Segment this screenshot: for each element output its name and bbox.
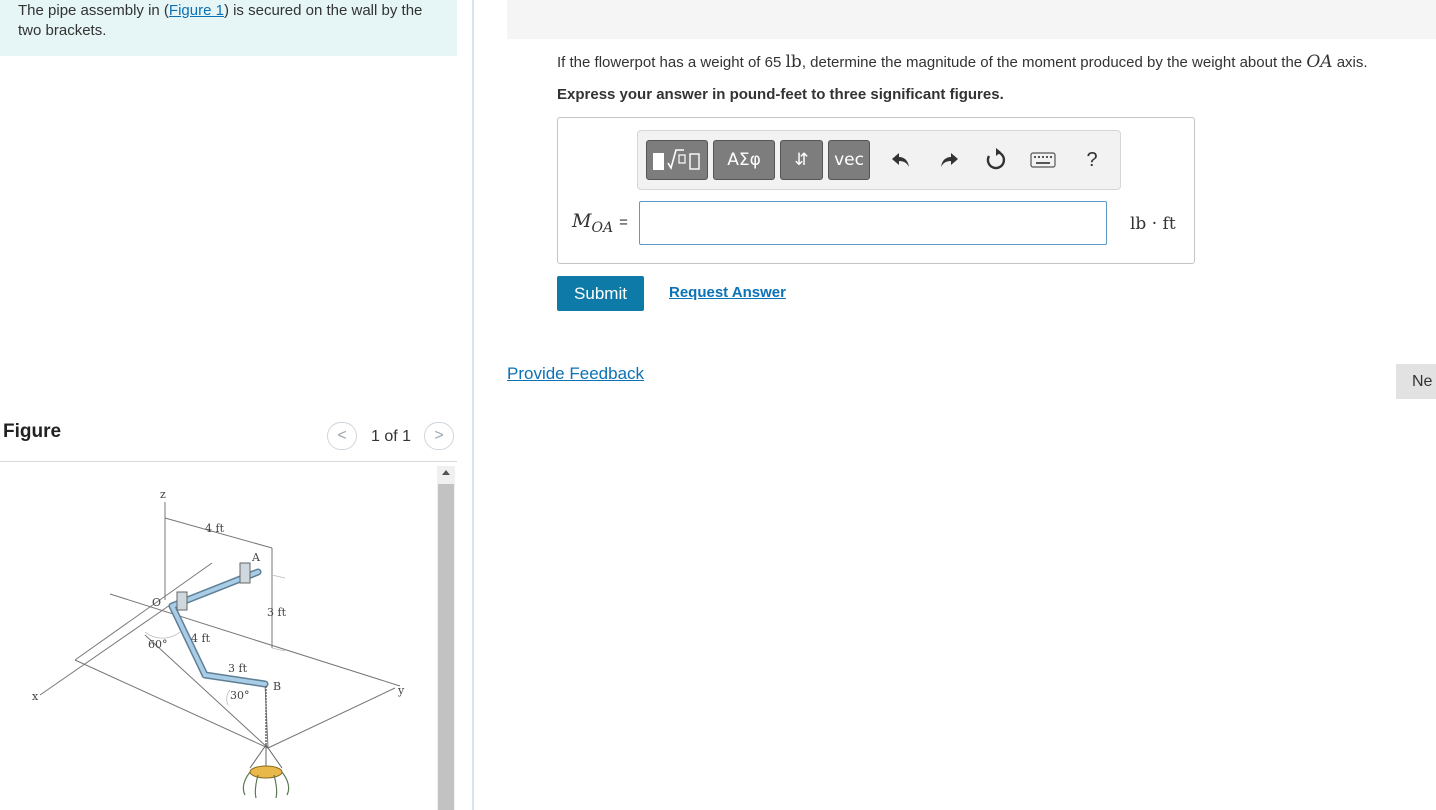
question-suffix: axis. xyxy=(1332,54,1368,71)
dimension-4ft-top: 4 ft xyxy=(205,522,225,535)
x-axis-label: x xyxy=(32,690,39,703)
angle-30-label: 30° xyxy=(230,689,250,702)
undo-icon[interactable] xyxy=(886,145,916,175)
point-b-label: B xyxy=(273,680,281,693)
y-axis-label: y xyxy=(397,684,405,697)
greek-symbols-button[interactable]: ΑΣφ xyxy=(713,140,775,180)
figure-scrollbar[interactable] xyxy=(437,466,455,810)
figure-prev-button[interactable]: < xyxy=(327,422,357,450)
answer-units: lb · ft xyxy=(1130,214,1176,234)
keyboard-icon[interactable] xyxy=(1028,145,1058,175)
request-answer-link[interactable]: Request Answer xyxy=(669,284,786,301)
figure-counter: 1 of 1 xyxy=(371,428,412,445)
pipe-assembly-figure: z x y O A B 4 ft 4 ft 3 ft 3 ft 60° 30° xyxy=(32,488,405,799)
question-middle: , determine the magnitude of the moment … xyxy=(801,54,1307,71)
arrows-button[interactable]: ⇵ xyxy=(780,140,823,180)
part-header xyxy=(507,0,1436,39)
answer-instruction: Express your answer in pound-feet to thr… xyxy=(557,86,1004,103)
point-o-label: O xyxy=(152,596,161,609)
equals-sign: = xyxy=(619,214,628,231)
submit-button[interactable]: Submit xyxy=(557,276,644,311)
chevron-right-icon: > xyxy=(434,427,444,444)
flowerpot xyxy=(242,744,290,799)
provide-feedback-link[interactable]: Provide Feedback xyxy=(507,364,644,384)
panel-divider xyxy=(472,0,474,810)
variable-main: M xyxy=(572,210,592,232)
weight-unit: lb xyxy=(785,52,802,72)
chevron-left-icon: < xyxy=(337,427,347,444)
templates-icon xyxy=(653,149,700,171)
figure-divider xyxy=(0,461,457,462)
figure-title: Figure xyxy=(3,421,62,442)
scrollbar-thumb[interactable] xyxy=(438,484,454,810)
question-text: If the flowerpot has a weight of 65 lb, … xyxy=(557,52,1436,72)
dimension-4ft-pipe: 4 ft xyxy=(191,632,211,645)
figure-link[interactable]: Figure 1 xyxy=(169,2,224,19)
intro-text: The pipe assembly in (Figure 1) is secur… xyxy=(18,1,448,41)
variable-subscript: OA xyxy=(591,219,614,236)
redo-icon[interactable] xyxy=(934,145,964,175)
question-prefix: If the flowerpot has a weight of 65 xyxy=(557,54,786,71)
point-a-label: A xyxy=(251,551,261,564)
templates-button[interactable] xyxy=(646,140,708,180)
figure-next-button[interactable]: > xyxy=(424,422,454,450)
scroll-up-icon[interactable] xyxy=(437,466,455,480)
reset-icon[interactable] xyxy=(981,145,1011,175)
answer-input[interactable] xyxy=(639,201,1107,245)
help-button[interactable]: ? xyxy=(1077,145,1107,175)
answer-variable-label: MOA = xyxy=(572,210,628,236)
problem-intro: The pipe assembly in (Figure 1) is secur… xyxy=(0,0,457,56)
figure-axes xyxy=(39,502,401,749)
z-axis-label: z xyxy=(160,488,166,501)
next-button[interactable]: Ne xyxy=(1396,364,1436,399)
math-toolbar: ΑΣφ ⇵ vec ? xyxy=(637,130,1121,190)
axis-label: OA xyxy=(1306,52,1333,72)
dimension-3ft-vertical: 3 ft xyxy=(267,606,287,619)
angle-60-label: 60° xyxy=(148,638,168,651)
dimension-3ft-pipe: 3 ft xyxy=(228,662,248,675)
intro-text-before: The pipe assembly in ( xyxy=(18,2,169,19)
vector-button[interactable]: vec xyxy=(828,140,870,180)
